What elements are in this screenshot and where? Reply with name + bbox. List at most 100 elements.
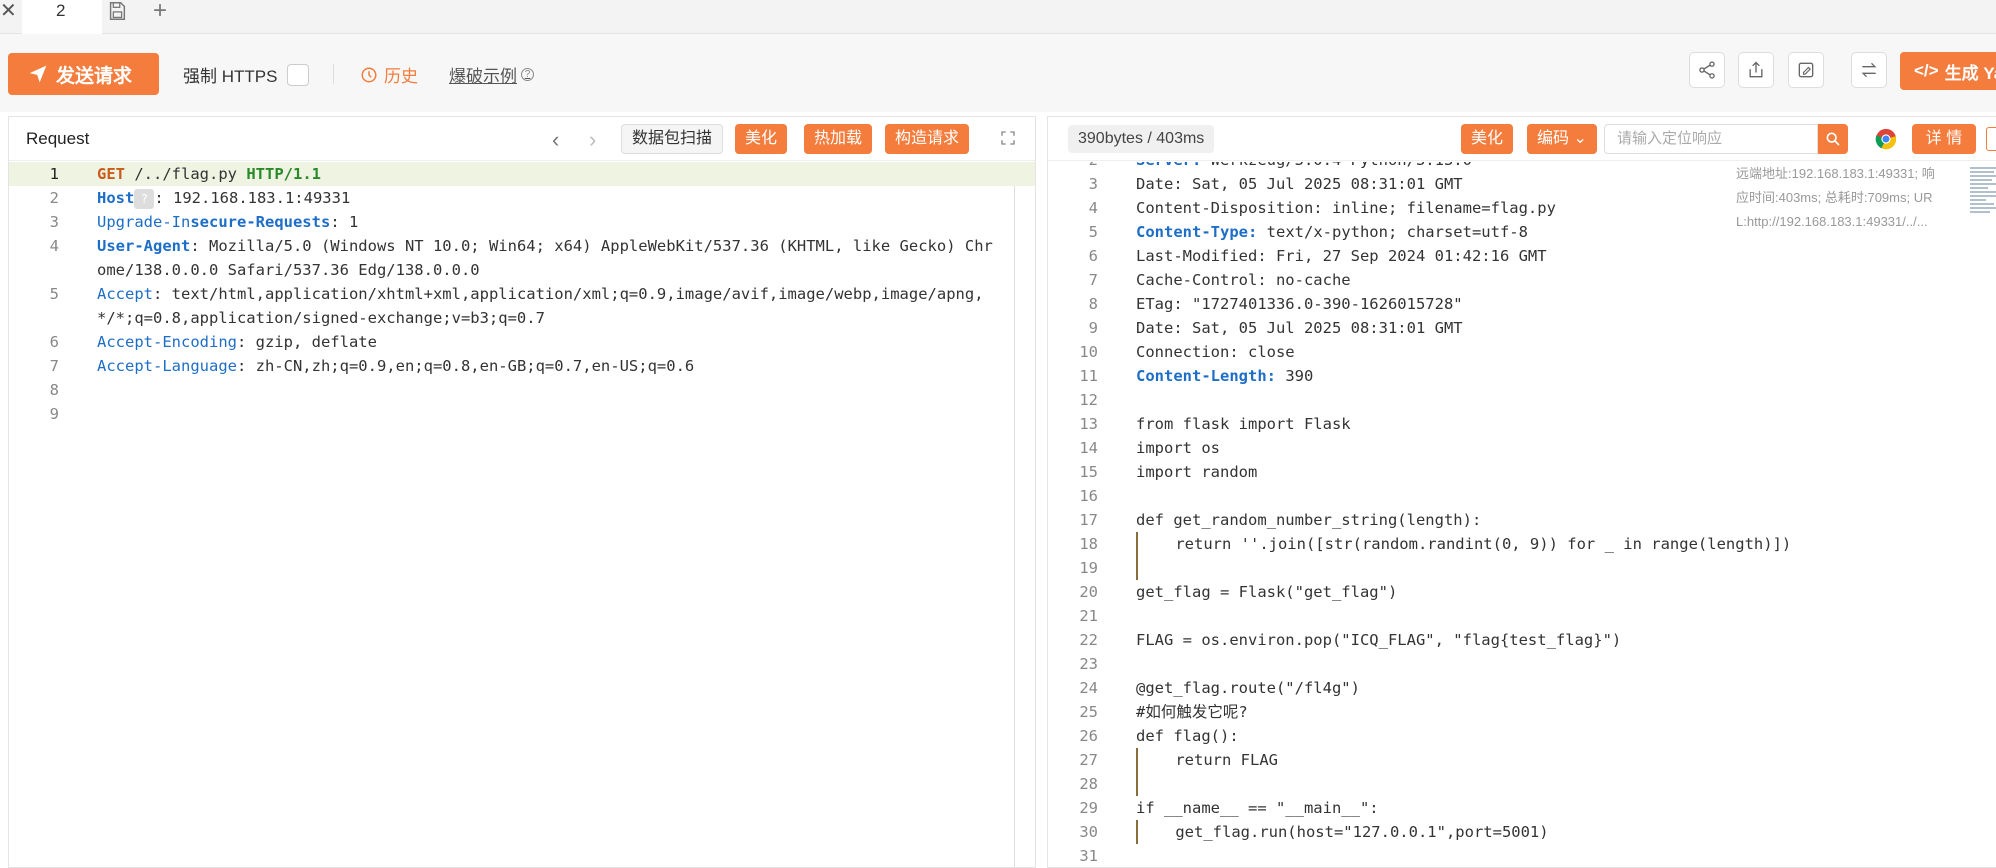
generate-button[interactable]: </> 生成 Ya xyxy=(1900,52,1996,90)
beautify-button[interactable]: 美化 xyxy=(735,124,788,154)
request-header: Request ‹ › 数据包扫描 美化 热加载 构造请求 xyxy=(9,117,1035,161)
export-button[interactable] xyxy=(1738,52,1774,88)
code-line: 25 #如何触发它呢? xyxy=(1048,700,1996,724)
tab-label: 2 xyxy=(56,1,66,20)
code-line: 12 xyxy=(1048,388,1996,412)
code-text: Connection: close xyxy=(1136,343,1295,361)
response-editor[interactable]: 远端地址:192.168.183.1:49331; 响 应时间:403ms; 总… xyxy=(1048,162,1996,867)
code-line: 4 User-Agent: Mozilla/5.0 (Windows NT 10… xyxy=(9,234,1035,282)
history-link[interactable]: 历史 xyxy=(360,62,418,87)
line-number: 4 xyxy=(49,237,59,255)
plus-icon[interactable]: + xyxy=(153,0,167,25)
tab-2[interactable]: 2 xyxy=(22,0,102,34)
chevron-left-icon[interactable]: ‹ xyxy=(552,127,559,153)
beautify-button[interactable]: 美化 xyxy=(1461,124,1514,154)
header-name: Content-Type: xyxy=(1136,223,1258,241)
save-icon[interactable] xyxy=(106,0,128,22)
code-text: get_flag.run(host="127.0.0.1",port=5001) xyxy=(1136,820,1996,844)
line-number: 8 xyxy=(49,381,59,399)
code-icon: </> xyxy=(1914,61,1939,80)
code-text: Server: Werkzeug/3.0.4 Python/3.13.0 xyxy=(1098,162,1996,172)
hotload-button[interactable]: 热加载 xyxy=(804,124,873,154)
code-text: GET /../flag.py HTTP/1.1 xyxy=(59,162,1035,186)
burst-example-link[interactable]: 爆破示例 ? xyxy=(449,62,534,87)
header-name: Accept-Language xyxy=(97,357,237,375)
request-editor[interactable]: 1 GET /../flag.py HTTP/1.1 2 Host?: 192.… xyxy=(9,162,1035,867)
line-number: 3 xyxy=(1088,175,1098,193)
header-name: Upgrade-In xyxy=(97,213,191,231)
header-name: Accept-Encoding xyxy=(97,333,237,351)
help-icon[interactable]: ? xyxy=(521,68,534,81)
code-text: Accept-Encoding: gzip, deflate xyxy=(59,330,1035,354)
build-request-button[interactable]: 构造请求 xyxy=(885,124,970,154)
line-number: 16 xyxy=(1079,487,1098,505)
header-value: : text/html,application/xhtml+xml,applic… xyxy=(97,285,984,327)
line-number: 11 xyxy=(1079,367,1098,385)
code-text xyxy=(1136,772,1996,796)
code-text: FLAG = os.environ.pop("ICQ_FLAG", "flag{… xyxy=(1136,631,1622,649)
send-icon xyxy=(29,65,47,83)
locate-response-input[interactable]: 请输入定位响应 xyxy=(1604,124,1818,154)
close-icon[interactable]: ✕ xyxy=(0,0,20,22)
code-text: Content-Disposition: inline; filename=fl… xyxy=(1136,199,1556,217)
code-text: Upgrade-Insecure-Requests: 1 xyxy=(59,210,1035,234)
header-name: User-Agent xyxy=(97,237,191,255)
line-number: 28 xyxy=(1079,775,1098,793)
divider xyxy=(333,64,334,84)
code-text: #如何触发它呢? xyxy=(1136,703,1248,721)
line-number: 21 xyxy=(1079,607,1098,625)
code-line: 3 Date: Sat, 05 Jul 2025 08:31:01 GMT xyxy=(1048,172,1996,196)
code-text: Date: Sat, 05 Jul 2025 08:31:01 GMT xyxy=(1136,175,1463,193)
code-line: 30 get_flag.run(host="127.0.0.1",port=50… xyxy=(1048,820,1996,844)
header-name: Accept xyxy=(97,285,153,303)
line-number: 25 xyxy=(1079,703,1098,721)
search-icon xyxy=(1826,132,1840,146)
http-protocol: HTTP/1.1 xyxy=(246,165,321,183)
line-number: 5 xyxy=(1088,223,1098,241)
line-number: 10 xyxy=(1079,343,1098,361)
code-line: 31 xyxy=(1048,844,1996,867)
code-line: 7 Accept-Language: zh-CN,zh;q=0.9,en;q=0… xyxy=(9,354,1035,378)
send-request-button[interactable]: 发送请求 xyxy=(8,53,159,95)
code-line: 10 Connection: close xyxy=(1048,340,1996,364)
header-name: Host xyxy=(97,189,135,207)
expand-icon[interactable] xyxy=(999,129,1017,147)
force-https-checkbox[interactable] xyxy=(287,63,310,86)
code-line: 4 Content-Disposition: inline; filename=f… xyxy=(1048,196,1996,220)
swap-button[interactable] xyxy=(1851,52,1887,88)
detail-button[interactable]: 详 情 xyxy=(1912,124,1976,154)
chrome-icon[interactable] xyxy=(1875,128,1897,150)
search-button[interactable] xyxy=(1818,124,1848,154)
code-text: return FLAG xyxy=(1136,748,1996,772)
request-pane: Request ‹ › 数据包扫描 美化 热加载 构造请求 1 GET /../… xyxy=(8,116,1036,868)
code-line: 3 Upgrade-Insecure-Requests: 1 xyxy=(9,210,1035,234)
share-button[interactable] xyxy=(1689,52,1725,88)
line-number: 29 xyxy=(1079,799,1098,817)
line-number: 9 xyxy=(1088,319,1098,337)
panel-toggle-icon[interactable] xyxy=(1986,127,1996,151)
line-number: 4 xyxy=(1088,199,1098,217)
code-text: Accept-Language: zh-CN,zh;q=0.9,en;q=0.8… xyxy=(59,354,1035,378)
code-text: get_flag = Flask("get_flag") xyxy=(1136,583,1398,601)
line-number: 15 xyxy=(1079,463,1098,481)
export-icon xyxy=(1749,61,1763,78)
line-number: 7 xyxy=(49,357,59,375)
line-number: 6 xyxy=(1088,247,1098,265)
code-line: 16 xyxy=(1048,484,1996,508)
packet-scan-button[interactable]: 数据包扫描 xyxy=(621,124,724,154)
code-text: return ''.join([str(random.randint(0, 9)… xyxy=(1136,532,1996,556)
code-text: @get_flag.route("/fl4g") xyxy=(1136,679,1360,697)
edit-button[interactable] xyxy=(1788,52,1824,88)
chevron-right-icon[interactable]: › xyxy=(589,127,596,153)
line-number: 5 xyxy=(49,285,59,303)
help-icon[interactable]: ? xyxy=(134,188,155,209)
send-request-label: 发送请求 xyxy=(56,65,133,87)
toolbar: 发送请求 强制 HTTPS 历史 爆破示例 ? </> 生成 Ya xyxy=(0,34,1996,112)
code-line: 9 xyxy=(9,402,1035,426)
line-number: 19 xyxy=(1079,559,1098,577)
encode-dropdown[interactable]: 编码 ⌄ xyxy=(1527,124,1597,154)
clock-icon xyxy=(361,67,377,82)
